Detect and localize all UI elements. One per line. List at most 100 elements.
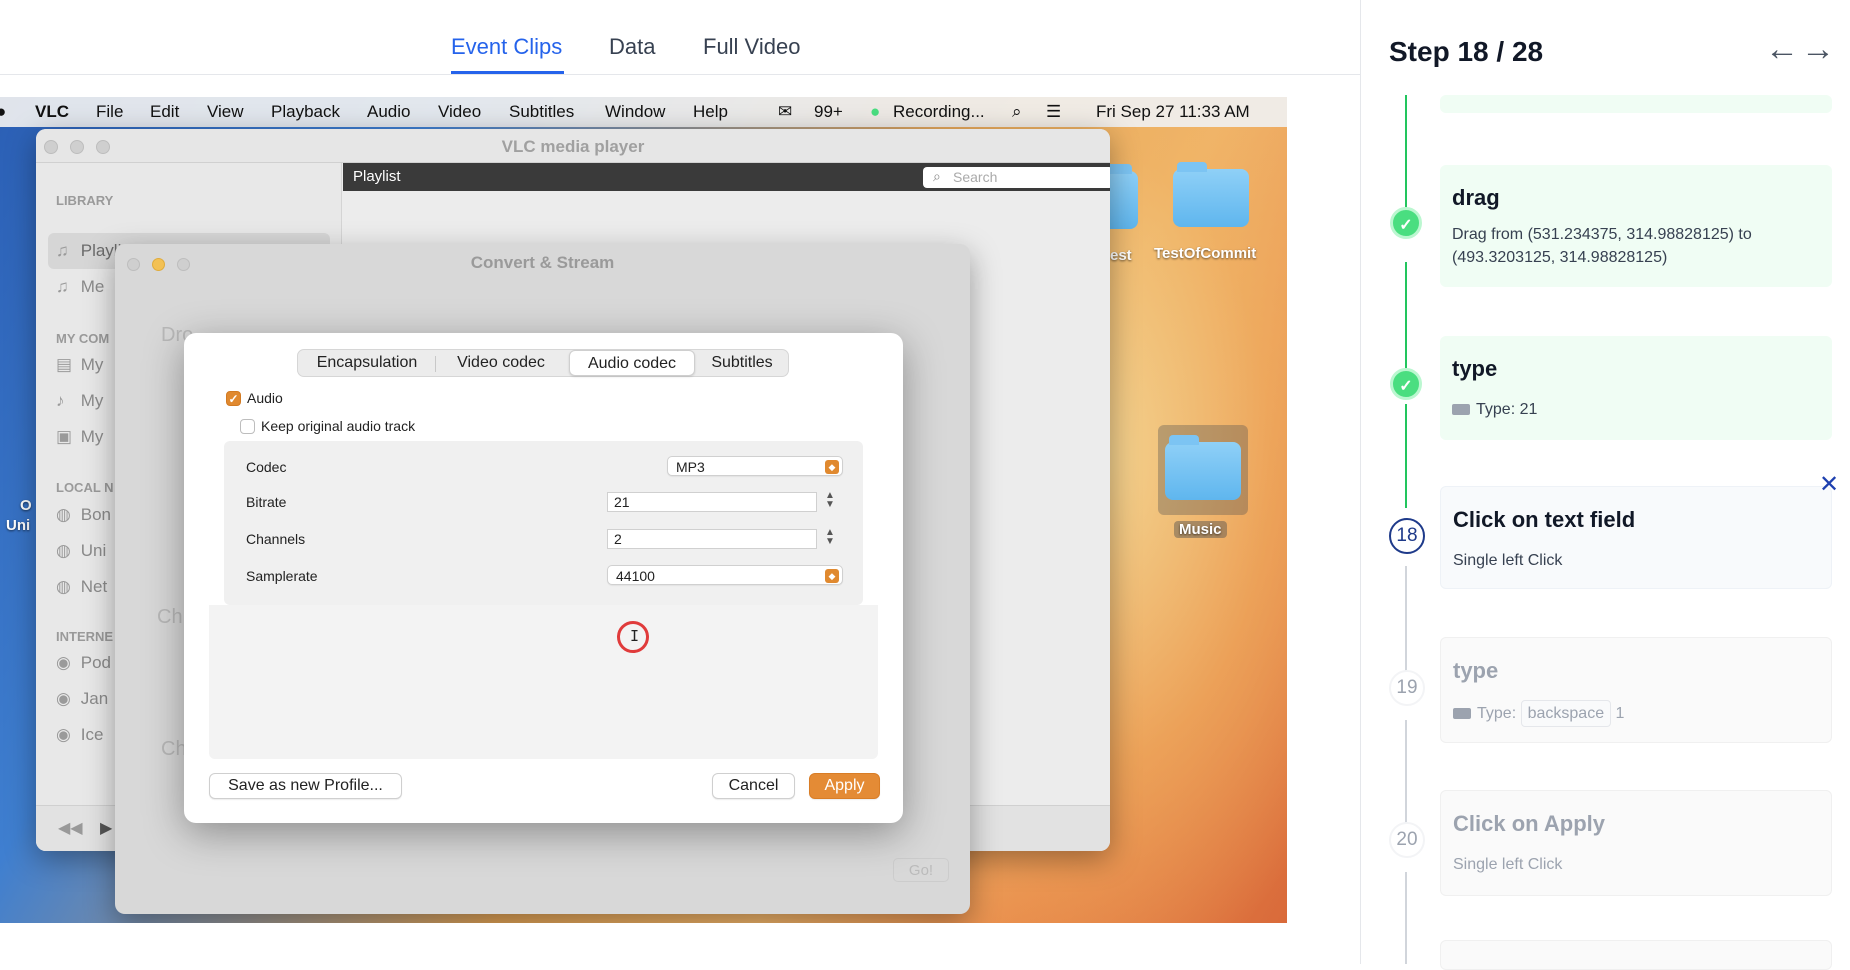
folder-testofcommit-icon[interactable]: [1173, 162, 1249, 227]
sidebar-item-my-pictures[interactable]: ▣ My: [56, 427, 103, 447]
sidebar-item-media[interactable]: ♫ Me: [56, 277, 104, 297]
keyboard-icon: [1452, 404, 1470, 416]
step-card-future[interactable]: [1440, 940, 1832, 970]
step-card-future[interactable]: Click on Apply Single left Click: [1440, 790, 1832, 896]
menu-subtitles[interactable]: Subtitles: [509, 102, 574, 122]
choose-destination-ghost-text: Ch: [161, 738, 187, 760]
tab-subtitles[interactable]: Subtitles: [698, 350, 786, 376]
timeline-line-pending: [1405, 566, 1407, 676]
desktop-left-label-1: O: [20, 497, 32, 514]
chevron-updown-icon: ◆: [825, 569, 839, 583]
bitrate-field[interactable]: 21: [607, 492, 817, 512]
menu-help[interactable]: Help: [693, 102, 728, 122]
podcast-icon: ◉: [56, 689, 71, 708]
tab-data[interactable]: Data: [609, 34, 655, 60]
menubar-clock[interactable]: Fri Sep 27 11:33 AM: [1096, 102, 1250, 122]
wechat-icon[interactable]: ✉: [778, 102, 792, 122]
apple-icon[interactable]: ●: [0, 102, 6, 122]
samplerate-select[interactable]: 44100 ◆: [607, 565, 843, 585]
menu-playback[interactable]: Playback: [271, 102, 340, 122]
top-tab-bar: Event Clips Data Full Video: [0, 0, 1360, 75]
codec-label: Codec: [246, 459, 287, 475]
notification-count: 99+: [814, 102, 843, 121]
channels-stepper-icon[interactable]: ▲ ▼: [824, 528, 836, 550]
sidebar-item-upnp[interactable]: ◍ Uni: [56, 541, 106, 561]
recording-status[interactable]: Recording...: [893, 102, 985, 122]
step-description-suffix: 1: [1615, 705, 1625, 722]
recorded-screenshot: ● VLC File Edit View Playback Audio Vide…: [0, 97, 1287, 923]
menu-file[interactable]: File: [96, 102, 123, 122]
save-profile-button[interactable]: Save as new Profile...: [209, 773, 402, 799]
step-card-future[interactable]: type Type: backspace 1: [1440, 637, 1832, 743]
text-cursor-icon: I: [630, 627, 640, 645]
step-card-previous[interactable]: [1440, 95, 1832, 113]
next-step-arrow-icon[interactable]: →: [1801, 30, 1835, 69]
rewind-icon[interactable]: ◀◀: [58, 818, 83, 838]
channels-field[interactable]: 2: [607, 529, 817, 549]
music-note-icon: ♪: [56, 391, 65, 410]
tab-encapsulation[interactable]: Encapsulation: [304, 350, 430, 376]
menu-video[interactable]: Video: [438, 102, 481, 122]
menu-window[interactable]: Window: [605, 102, 665, 122]
playlist-search-input[interactable]: ⌕ Search: [923, 167, 1110, 188]
folder-music-icon[interactable]: [1165, 435, 1241, 500]
step-title: type: [1452, 356, 1498, 381]
folder-testofcommit-label[interactable]: TestOfCommit: [1154, 245, 1256, 262]
tab-divider: [435, 356, 436, 372]
sidebar-item-label: My: [80, 355, 104, 374]
menu-edit[interactable]: Edit: [150, 102, 179, 122]
bitrate-stepper-icon[interactable]: ▲ ▼: [824, 491, 836, 513]
samplerate-value: 44100: [616, 568, 655, 584]
step-description: Drag from (531.234375, 314.98828125) to …: [1452, 226, 1752, 266]
step-card-current[interactable]: Click on text field Single left Click: [1440, 486, 1832, 589]
audio-checkbox[interactable]: ✓: [226, 391, 241, 406]
sidebar-item-bonjour[interactable]: ◍ Bon: [56, 505, 111, 525]
sidebar-item-icecast[interactable]: ◉ Ice: [56, 725, 103, 745]
profile-edit-sheet: Encapsulation Video codec Audio codec Su…: [184, 333, 903, 823]
sidebar-item-label: Net: [80, 577, 108, 596]
apply-button[interactable]: Apply: [809, 773, 880, 799]
sidebar-item-my-music[interactable]: ♪ My: [56, 391, 103, 411]
desktop-left-label-2: Uni: [6, 517, 31, 534]
folder-test-label[interactable]: est: [1110, 247, 1132, 264]
tab-full-video[interactable]: Full Video: [703, 34, 800, 60]
cancel-button[interactable]: Cancel: [712, 773, 795, 799]
keep-original-checkbox[interactable]: [240, 419, 255, 434]
step-card-drag[interactable]: drag Drag from (531.234375, 314.98828125…: [1440, 165, 1832, 287]
sidebar-item-podcasts[interactable]: ◉ Pod: [56, 653, 111, 673]
sidebar-item-jamendo[interactable]: ◉ Jan: [56, 689, 108, 709]
menu-vlc[interactable]: VLC: [35, 102, 69, 122]
close-icon[interactable]: ✕: [1819, 470, 1839, 499]
sidebar-item-label: Me: [80, 277, 105, 296]
step-description-prefix: Type:: [1477, 705, 1517, 722]
recording-dot-icon: ●: [870, 102, 881, 121]
key-chip: backspace: [1520, 700, 1612, 727]
sidebar-item-network[interactable]: ◍ Net: [56, 577, 107, 597]
sidebar-item-my-videos[interactable]: ▤ My: [56, 355, 103, 375]
tab-audio-codec[interactable]: Audio codec: [569, 350, 695, 376]
previous-step-arrow-icon[interactable]: ←: [1765, 30, 1799, 69]
keep-original-label: Keep original audio track: [261, 418, 416, 434]
step-card-type[interactable]: type Type: 21: [1440, 336, 1832, 440]
sidebar-item-label: Pod: [80, 653, 111, 672]
folder-music-label[interactable]: Music: [1174, 521, 1227, 538]
codec-select[interactable]: MP3 ◆: [667, 456, 843, 476]
menu-audio[interactable]: Audio: [367, 102, 410, 122]
menu-view[interactable]: View: [207, 102, 244, 122]
tab-event-clips[interactable]: Event Clips: [451, 34, 562, 60]
convert-stream-title: Convert & Stream: [470, 253, 615, 272]
tab-video-codec[interactable]: Video codec: [438, 350, 564, 376]
step-title: Click on Apply: [1453, 811, 1605, 836]
go-button[interactable]: Go!: [893, 858, 949, 882]
step-description: Type: 21: [1476, 401, 1538, 418]
control-center-icon[interactable]: ☰: [1046, 102, 1061, 122]
sidebar-item-label: My: [80, 427, 104, 446]
choose-profile-ghost-text: Ch: [157, 606, 183, 628]
timeline-line-pending: [1405, 720, 1407, 830]
spotlight-search-icon[interactable]: ⌕: [1012, 102, 1022, 122]
play-icon[interactable]: ▶: [100, 818, 112, 838]
sidebar-heading-library: LIBRARY: [56, 193, 114, 208]
step-title: Click on text field: [1453, 507, 1636, 532]
step-complete-check-icon: ✓: [1390, 368, 1422, 400]
film-icon: ▤: [56, 355, 73, 374]
